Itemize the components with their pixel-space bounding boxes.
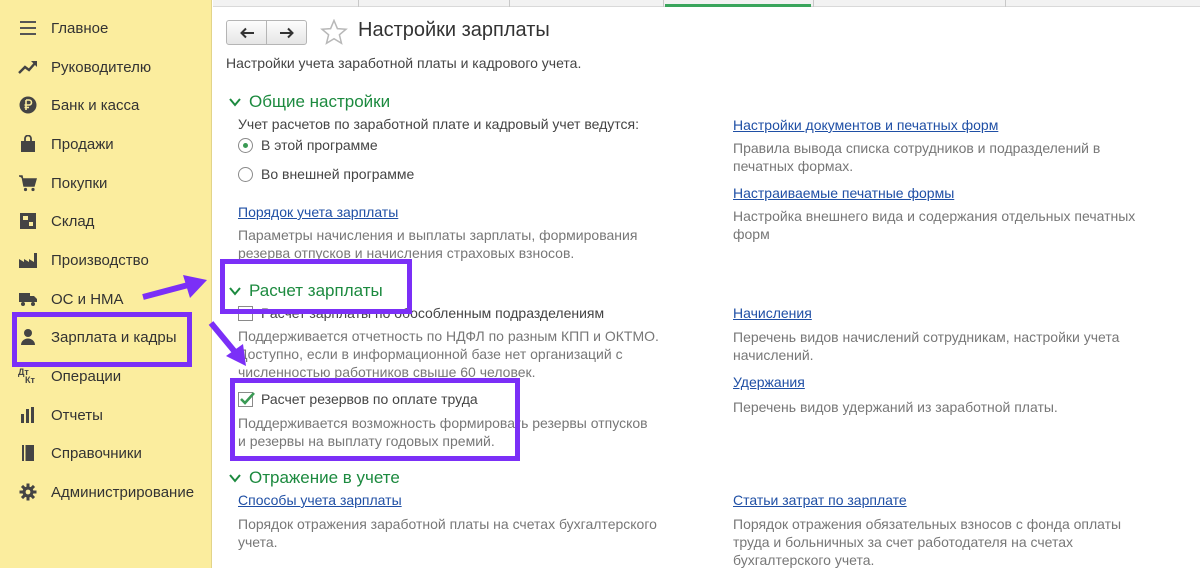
print-forms-desc-line2: форм (733, 226, 770, 242)
accruals-desc-line1: Перечень видов начислений сотрудникам, н… (733, 329, 1120, 345)
tab-divider (358, 0, 359, 7)
page-subtitle: Настройки учета заработной платы и кадро… (226, 55, 582, 71)
favorite-star-icon[interactable] (320, 18, 348, 48)
radio-this-program[interactable]: В этой программе (238, 137, 378, 153)
warehouse-icon (18, 211, 38, 231)
radio-external-program[interactable]: Во внешней программе (238, 166, 414, 182)
print-forms-desc-line1: Настройка внешнего вида и содержания отд… (733, 208, 1136, 224)
sidebar: Главное Руководителю Банк и касса Продаж… (0, 0, 212, 568)
docs-settings-desc-line1: Правила вывода списка сотрудников и подр… (733, 140, 1101, 156)
dt-kt-icon: Дт Кт (18, 366, 38, 386)
salary-accounting-methods-link[interactable]: Способы учета зарплаты (238, 492, 402, 508)
kt-label: Кт (25, 375, 35, 385)
tab-divider (813, 0, 814, 7)
sidebar-item-purchases[interactable]: Покупки (0, 164, 210, 202)
sidebar-item-label: Банк и касса (51, 96, 140, 114)
arrow-left-icon (239, 27, 254, 38)
sidebar-item-label: Отчеты (51, 406, 103, 424)
section-title: Общие настройки (249, 92, 391, 111)
tab-strip (213, 0, 1200, 7)
nav-buttons (226, 20, 307, 45)
radio-label: В этой программе (261, 137, 378, 153)
sidebar-item-references[interactable]: Справочники (0, 434, 210, 472)
sidebar-item-label: Справочники (51, 444, 142, 462)
ruble-coin-icon (18, 95, 38, 115)
radio-button[interactable] (238, 166, 253, 182)
truck-icon (18, 289, 38, 309)
sidebar-item-main[interactable]: Главное (0, 9, 210, 47)
sidebar-item-sales[interactable]: Продажи (0, 125, 210, 163)
sidebar-item-label: Склад (51, 212, 95, 230)
sidebar-item-manager[interactable]: Руководителю (0, 48, 210, 86)
menu-icon (18, 18, 38, 38)
sidebar-item-label: Администрирование (51, 483, 195, 501)
payroll-order-link[interactable]: Порядок учета зарплаты (238, 204, 398, 220)
sidebar-item-label: Главное (51, 19, 109, 37)
section-general-settings[interactable]: Общие настройки (228, 92, 390, 112)
back-button[interactable] (227, 21, 266, 44)
bar-chart-icon (18, 405, 38, 425)
custom-print-forms-link[interactable]: Настраиваемые печатные формы (733, 185, 954, 201)
chevron-down-icon (229, 474, 241, 483)
trend-chart-icon (18, 57, 38, 77)
book-icon (18, 443, 38, 463)
accruals-desc-line2: начислений. (733, 347, 814, 363)
sidebar-item-label: Руководителю (51, 58, 152, 76)
tab-divider (663, 0, 664, 7)
salary-cost-items-link[interactable]: Статьи затрат по зарплате (733, 492, 907, 508)
sidebar-item-label: ОС и НМА (51, 290, 124, 308)
shopping-bag-icon (18, 134, 38, 154)
annotation-arrow-2 (208, 321, 238, 354)
tab-active-indicator[interactable] (665, 4, 811, 7)
separate-desc-line2: Доступно, если в информационной базе нет… (238, 346, 623, 362)
costs-desc-line2: труда и больничных за счет работодателя … (733, 534, 1074, 550)
sidebar-item-label: Операции (51, 367, 122, 385)
payroll-order-desc-line1: Параметры начисления и выплаты зарплаты,… (238, 227, 638, 243)
methods-desc-line1: Порядок отражения заработной платы на сч… (238, 516, 657, 532)
accruals-link[interactable]: Начисления (733, 305, 812, 321)
sidebar-item-label: Покупки (51, 174, 108, 192)
gear-icon (18, 482, 38, 502)
radio-button-selected[interactable] (238, 137, 253, 153)
sidebar-item-admin[interactable]: Администрирование (0, 473, 210, 511)
forward-button[interactable] (266, 21, 306, 44)
tab-divider (1005, 0, 1006, 7)
section-title: Отражение в учете (249, 468, 400, 487)
factory-icon (18, 250, 38, 270)
tab-divider (509, 0, 510, 7)
sidebar-item-label: Производство (51, 251, 149, 269)
cart-icon (18, 173, 38, 193)
docs-settings-link[interactable]: Настройки документов и печатных форм (733, 117, 998, 133)
chevron-down-icon (229, 98, 241, 107)
annotation-box-salary-menu (12, 312, 192, 367)
arrow-right-icon (279, 27, 294, 38)
separate-desc-line1: Поддерживается отчетность по НДФЛ по раз… (238, 328, 659, 344)
deductions-desc: Перечень видов удержаний из заработной п… (733, 399, 1058, 415)
methods-desc-line2: учета. (238, 534, 278, 550)
costs-desc-line3: бухгалтерского учета. (733, 552, 875, 568)
sidebar-item-production[interactable]: Производство (0, 241, 210, 279)
deductions-link[interactable]: Удержания (733, 374, 805, 390)
annotation-box-reserves-checkbox (230, 378, 520, 461)
sidebar-item-bank[interactable]: Банк и касса (0, 86, 210, 124)
sidebar-item-warehouse[interactable]: Склад (0, 202, 210, 240)
section-accounting-reflection[interactable]: Отражение в учете (228, 468, 400, 488)
radio-label: Во внешней программе (261, 166, 415, 182)
costs-desc-line1: Порядок отражения обязательных взносов с… (733, 516, 1122, 532)
sidebar-item-reports[interactable]: Отчеты (0, 396, 210, 434)
sidebar-item-label: Продажи (51, 135, 114, 153)
page-title: Настройки зарплаты (358, 19, 550, 41)
annotation-box-payroll-section (220, 259, 412, 314)
accounting-prompt: Учет расчетов по заработной плате и кадр… (238, 116, 639, 132)
docs-settings-desc-line2: печатных формах. (733, 158, 854, 174)
